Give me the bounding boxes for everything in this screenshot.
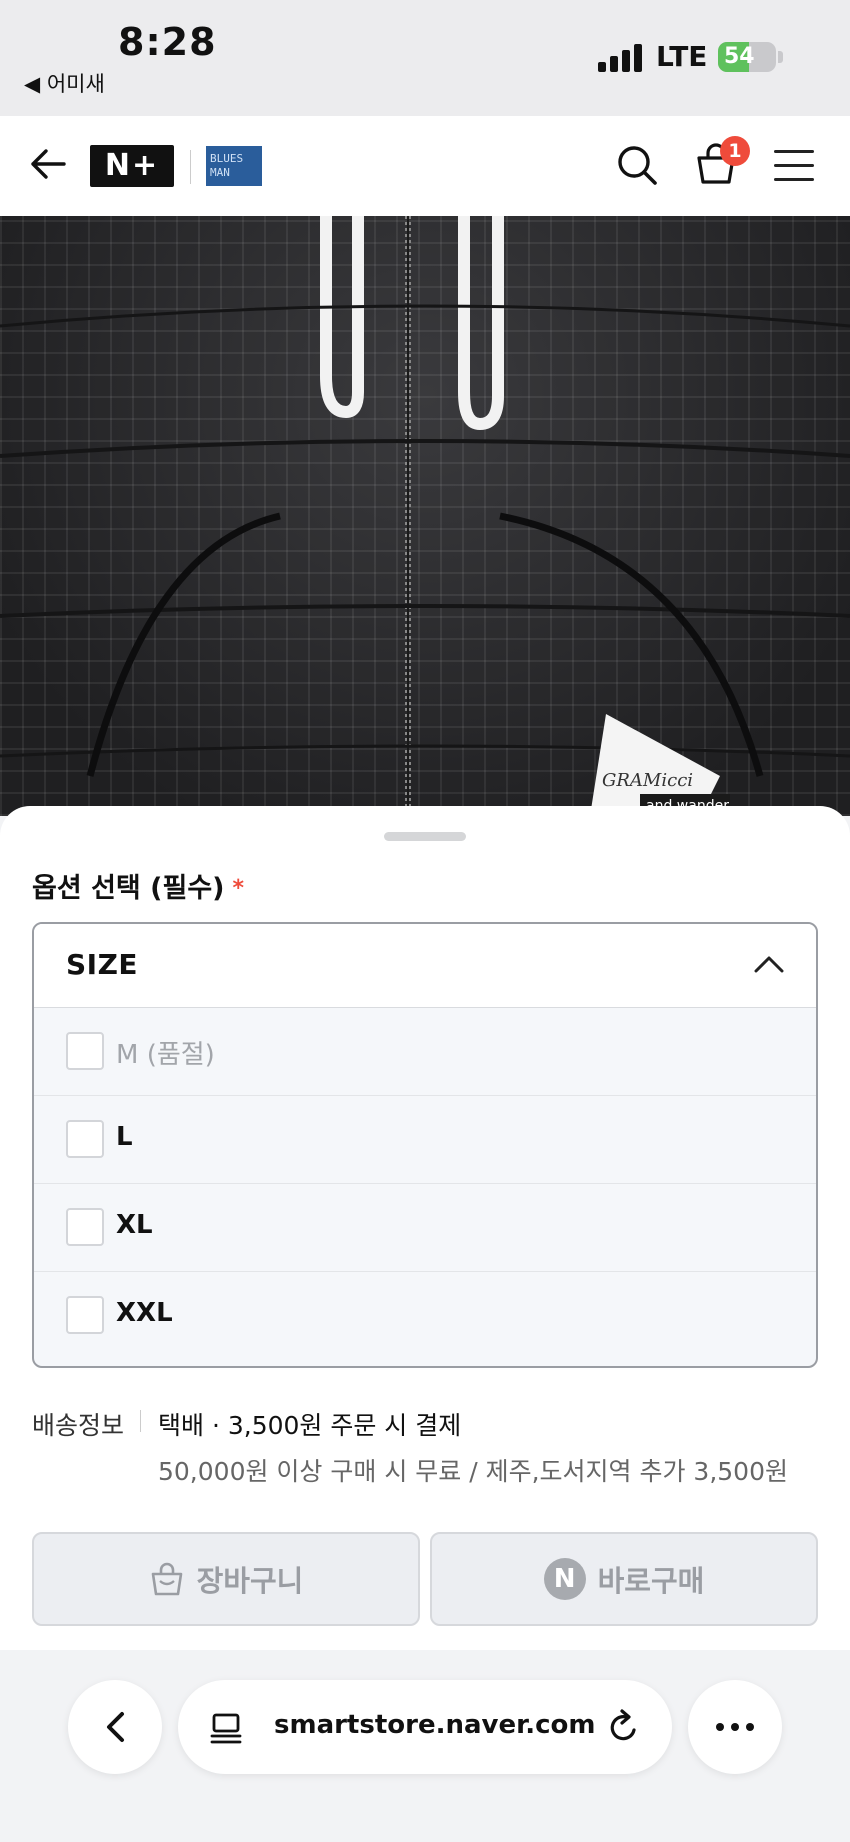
- browser-back-button[interactable]: [68, 1680, 162, 1774]
- address-bar[interactable]: smartstore.naver.com: [178, 1680, 672, 1774]
- option-checkbox[interactable]: [66, 1208, 104, 1246]
- add-to-cart-label: 장바구니: [196, 1564, 304, 1598]
- size-dropdown[interactable]: SIZE M (품절) L XL XXL: [32, 922, 818, 1368]
- nav-divider: [190, 150, 191, 184]
- size-option-xxl[interactable]: XXL: [34, 1272, 816, 1360]
- shipping-sub-info: 50,000원 이상 구매 시 무료 / 제주,도서지역 추가 3,500원: [158, 1457, 788, 1486]
- naver-pay-icon: N: [543, 1558, 586, 1600]
- option-checkbox[interactable]: [66, 1296, 104, 1334]
- chevron-left-icon: [107, 1712, 124, 1742]
- cart-count-badge: 1: [720, 136, 750, 166]
- tag-text: GRAMicci: [602, 770, 693, 791]
- shipping-divider: [140, 1410, 141, 1432]
- option-title-text: 옵션 선택 (필수): [32, 873, 225, 904]
- battery-percent: 54: [724, 44, 755, 69]
- status-time: 8:28: [118, 20, 217, 64]
- product-image[interactable]: GRAMicci and wander: [0, 216, 850, 816]
- option-label: M (품절): [116, 1040, 215, 1070]
- battery-icon: 54: [718, 42, 776, 72]
- battery-cap: [778, 51, 783, 63]
- dropdown-header-label: SIZE: [66, 948, 139, 981]
- reload-icon[interactable]: [606, 1708, 642, 1746]
- option-checkbox: [66, 1032, 104, 1070]
- hamburger-menu-icon[interactable]: [774, 150, 816, 182]
- buy-now-label: 바로구매: [597, 1564, 705, 1598]
- url-text: smartstore.naver.com: [274, 1710, 596, 1740]
- back-to-app-link[interactable]: ◀ 어미새: [24, 68, 105, 98]
- option-title: 옵션 선택 (필수) *: [32, 866, 244, 905]
- size-option-l[interactable]: L: [34, 1096, 816, 1184]
- more-dots-icon: [716, 1723, 754, 1731]
- more-options-button[interactable]: [688, 1680, 782, 1774]
- required-mark: *: [232, 876, 245, 901]
- signal-icon: [598, 42, 644, 72]
- naver-plus-logo[interactable]: N+: [90, 145, 174, 187]
- jacket-illustration: GRAMicci and wander: [0, 216, 850, 816]
- status-bar: 8:28 ◀ 어미새 LTE 54: [0, 0, 850, 116]
- option-label: L: [116, 1122, 133, 1152]
- chevron-up-icon[interactable]: [754, 952, 784, 976]
- sheet-drag-handle[interactable]: [384, 832, 466, 841]
- page-format-icon[interactable]: [208, 1710, 244, 1746]
- browser-toolbar: smartstore.naver.com: [0, 1650, 850, 1842]
- shopping-bag-icon: [151, 1562, 182, 1596]
- option-checkbox[interactable]: [66, 1120, 104, 1158]
- shipping-label: 배송정보: [32, 1411, 125, 1440]
- option-label: XL: [116, 1210, 153, 1240]
- search-icon[interactable]: [616, 144, 658, 186]
- size-option-xl[interactable]: XL: [34, 1184, 816, 1272]
- network-label: LTE: [656, 40, 708, 73]
- option-label: XXL: [116, 1298, 173, 1328]
- size-option-m: M (품절): [34, 1008, 816, 1096]
- top-nav-bar: N+ BLUES MAN 1: [0, 116, 850, 216]
- store-logo[interactable]: BLUES MAN: [206, 146, 262, 186]
- back-arrow-icon[interactable]: [28, 144, 68, 184]
- buy-now-button[interactable]: N 바로구매: [430, 1532, 818, 1626]
- dropdown-header[interactable]: SIZE: [34, 924, 816, 1008]
- add-to-cart-button[interactable]: 장바구니: [32, 1532, 420, 1626]
- shipping-main-info: 택배 · 3,500원 주문 시 결제: [158, 1411, 462, 1440]
